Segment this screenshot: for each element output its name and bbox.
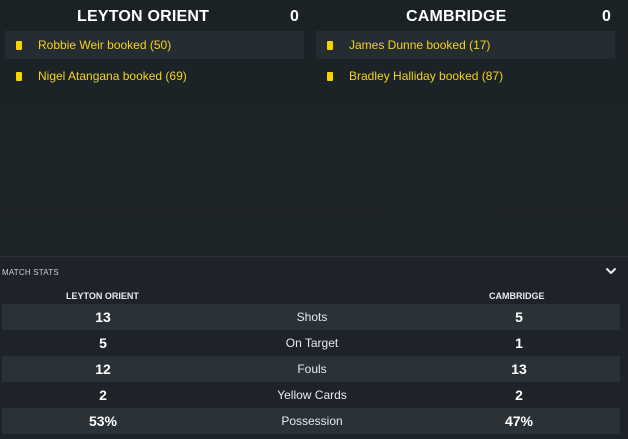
away-event-item: James Dunne booked (17) (316, 31, 615, 59)
away-team-header: CAMBRIDGE 0 (316, 8, 616, 30)
stat-row-yellow-cards: 2 Yellow Cards 2 (2, 382, 620, 408)
stat-label: On Target (285, 336, 339, 350)
chevron-down-icon[interactable] (604, 264, 618, 278)
stat-home-value: 53% (88, 413, 118, 429)
stat-home-value: 13 (95, 309, 111, 325)
away-team-score: 0 (602, 8, 612, 25)
yellow-card-icon (16, 71, 22, 81)
away-event-item: Bradley Halliday booked (87) (316, 62, 615, 90)
stat-label: Fouls (297, 362, 327, 376)
stat-row-possession: 53% Possession 47% (2, 408, 620, 434)
stat-label: Shots (296, 310, 328, 324)
stat-row-shots: 13 Shots 5 (2, 304, 620, 330)
stat-label: Possession (281, 414, 343, 428)
home-event-item: Nigel Atangana booked (69) (5, 62, 304, 90)
home-team-score: 0 (290, 8, 300, 25)
home-team-header: LEYTON ORIENT 0 (0, 8, 304, 30)
event-text: James Dunne booked (17) (349, 38, 491, 52)
stat-label: Yellow Cards (277, 388, 347, 402)
event-text: Nigel Atangana booked (69) (38, 69, 187, 83)
stat-home-value: 12 (95, 361, 111, 377)
stat-away-value: 1 (515, 335, 523, 351)
stats-home-header: LEYTON ORIENT (66, 291, 139, 301)
yellow-card-icon (16, 40, 22, 50)
stat-away-value: 5 (515, 309, 523, 325)
yellow-card-icon (327, 71, 333, 81)
home-team-name: LEYTON ORIENT (77, 8, 210, 25)
yellow-card-icon (327, 40, 333, 50)
stat-away-value: 47% (504, 413, 534, 429)
stat-home-value: 2 (99, 387, 107, 403)
stat-away-value: 2 (515, 387, 523, 403)
home-event-item: Robbie Weir booked (50) (5, 31, 304, 59)
event-text: Robbie Weir booked (50) (38, 38, 172, 52)
stats-away-header: CAMBRIDGE (489, 291, 545, 301)
match-events-panel: LEYTON ORIENT 0 CAMBRIDGE 0 Robbie Weir … (0, 0, 628, 256)
match-stats-title: MATCH STATS (2, 268, 59, 277)
stat-row-on-target: 5 On Target 1 (2, 330, 620, 356)
away-team-name: CAMBRIDGE (406, 8, 507, 25)
stat-home-value: 5 (99, 335, 107, 351)
stat-away-value: 13 (511, 361, 527, 377)
event-text: Bradley Halliday booked (87) (349, 69, 504, 83)
stat-row-fouls: 12 Fouls 13 (2, 356, 620, 382)
section-divider (0, 256, 628, 257)
